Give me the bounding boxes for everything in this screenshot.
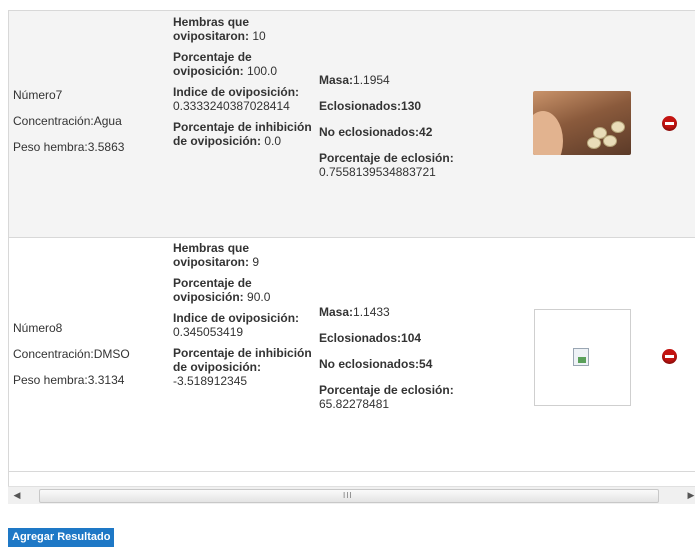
no-eclos-value: 42 (419, 125, 433, 139)
add-result-button[interactable]: Agregar Resultado (8, 528, 115, 547)
porc-ovip-label: Porcentaje de oviposición: (173, 50, 252, 78)
porc-ovip-block: Porcentaje de oviposición: 100.0 (173, 50, 313, 78)
eclos-value: 130 (401, 99, 422, 113)
indice-label: Indice de oviposición: (173, 311, 300, 325)
porc-eclos-block: Porcentaje de eclosión: 0.755813953488372… (319, 151, 529, 179)
masa-value: 1.1433 (353, 305, 390, 319)
scroll-left-icon[interactable]: ◀ (10, 487, 24, 504)
inhib-value: -3.518912345 (173, 374, 248, 388)
broken-image-glyph (573, 348, 589, 366)
masa-value: 1.1954 (353, 73, 390, 87)
numero-text: Número8 (13, 321, 63, 335)
result-row: Número7 Concentración:Agua Peso hembra:3… (9, 11, 695, 238)
eclos-block: Eclosionados:130 (319, 99, 529, 113)
masa-label: Masa: (319, 305, 354, 319)
hatching-stats: Masa:1.1954 Eclosionados:130 No eclosion… (319, 73, 529, 191)
indice-value: 0.345053419 (173, 325, 244, 339)
hatching-stats: Masa:1.1433 Eclosionados:104 No eclosion… (319, 305, 529, 423)
masa-block: Masa:1.1433 (319, 305, 529, 319)
hembras-block: Hembras que ovipositaron: 10 (173, 15, 313, 43)
porc-eclos-block: Porcentaje de eclosión: 65.82278481 (319, 383, 529, 411)
concentracion-text: Concentración:Agua (13, 114, 122, 128)
delete-icon[interactable] (662, 116, 677, 131)
concentracion-text: Concentración:DMSO (13, 347, 130, 361)
no-eclos-block: No eclosionados:42 (319, 125, 529, 139)
result-identity: Número7 Concentración:Agua Peso hembra:3… (13, 88, 165, 166)
porc-ovip-block: Porcentaje de oviposición: 90.0 (173, 276, 313, 304)
egg-shape (603, 135, 617, 147)
hembras-value: 10 (252, 29, 266, 43)
numero-text: Número7 (13, 88, 63, 102)
porc-eclos-value: 0.7558139534883721 (319, 165, 436, 179)
delete-icon[interactable] (662, 349, 677, 364)
hembras-value: 9 (252, 255, 260, 269)
porc-eclos-value: 65.82278481 (319, 397, 390, 411)
porc-ovip-label: Porcentaje de oviposición: (173, 276, 252, 304)
broken-image-icon[interactable] (534, 309, 631, 406)
no-eclos-block: No eclosionados:54 (319, 357, 529, 371)
no-eclos-label: No eclosionados: (319, 357, 420, 371)
indice-block: Indice de oviposición: 0.333324038702841… (173, 85, 313, 113)
eclos-block: Eclosionados:104 (319, 331, 529, 345)
no-eclos-label: No eclosionados: (319, 125, 420, 139)
peso-text: Peso hembra:3.3134 (13, 373, 125, 387)
inhib-block: Porcentaje de inhibición de oviposición:… (173, 120, 313, 148)
horizontal-scrollbar[interactable]: ◀ III ▶ (8, 486, 695, 504)
masa-block: Masa:1.1954 (319, 73, 529, 87)
oviposition-stats: Hembras que ovipositaron: 9 Porcentaje d… (173, 241, 313, 395)
hembras-label: Hembras que ovipositaron: (173, 241, 250, 269)
inhib-label: Porcentaje de inhibición de oviposición: (173, 120, 312, 148)
inhib-block: Porcentaje de inhibición de oviposición:… (173, 346, 313, 388)
result-identity: Número8 Concentración:DMSO Peso hembra:3… (13, 321, 165, 399)
masa-label: Masa: (319, 73, 354, 87)
porc-ovip-value: 90.0 (247, 290, 271, 304)
porc-ovip-value: 100.0 (247, 64, 278, 78)
porc-eclos-label: Porcentaje de eclosión: (319, 383, 454, 397)
egg-shape (611, 121, 625, 133)
scrollbar-grip: III (343, 491, 353, 500)
hembras-label: Hembras que ovipositaron: (173, 15, 250, 43)
porc-eclos-label: Porcentaje de eclosión: (319, 151, 454, 165)
result-row: Número8 Concentración:DMSO Peso hembra:3… (9, 238, 695, 472)
scrollbar-thumb[interactable]: III (39, 489, 659, 503)
egg-shape (587, 137, 601, 149)
tick-eggs-photo[interactable] (533, 91, 631, 155)
inhib-value: 0.0 (264, 134, 282, 148)
oviposition-stats: Hembras que ovipositaron: 10 Porcentaje … (173, 15, 313, 155)
results-panel: Número7 Concentración:Agua Peso hembra:3… (8, 10, 695, 486)
hembras-block: Hembras que ovipositaron: 9 (173, 241, 313, 269)
indice-block: Indice de oviposición: 0.345053419 (173, 311, 313, 339)
eclos-value: 104 (401, 331, 422, 345)
eclos-label: Eclosionados: (319, 99, 402, 113)
no-eclos-value: 54 (419, 357, 433, 371)
indice-value: 0.3333240387028414 (173, 99, 290, 113)
indice-label: Indice de oviposición: (173, 85, 300, 99)
scroll-right-icon[interactable]: ▶ (687, 487, 695, 504)
inhib-label: Porcentaje de inhibición de oviposición: (173, 346, 312, 374)
peso-text: Peso hembra:3.5863 (13, 140, 125, 154)
photo-skin (533, 111, 563, 155)
eclos-label: Eclosionados: (319, 331, 402, 345)
